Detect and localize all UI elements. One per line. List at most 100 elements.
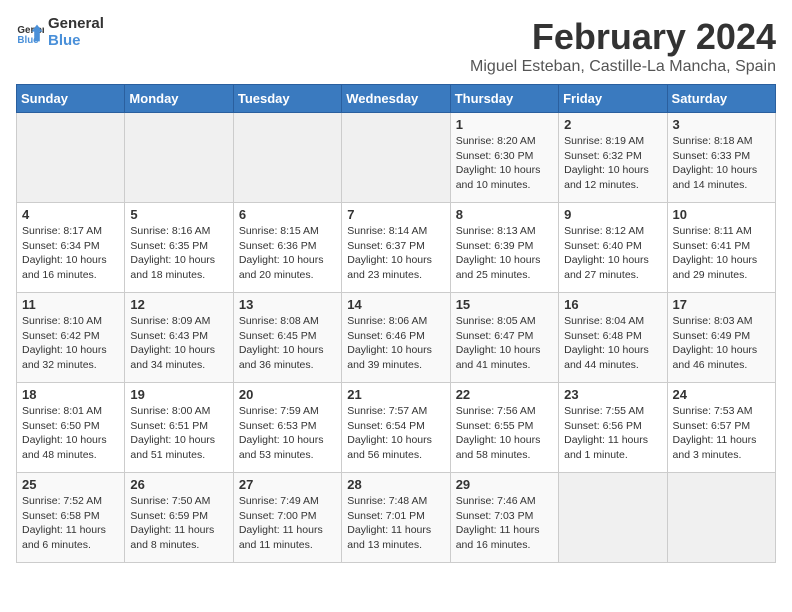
day-info: Sunrise: 8:01 AMSunset: 6:50 PMDaylight:… — [22, 404, 119, 463]
day-info: Sunrise: 7:46 AMSunset: 7:03 PMDaylight:… — [456, 494, 553, 553]
day-number: 23 — [564, 387, 661, 402]
calendar-cell: 7 Sunrise: 8:14 AMSunset: 6:37 PMDaylight… — [342, 203, 450, 293]
calendar-cell: 1 Sunrise: 8:20 AMSunset: 6:30 PMDaylight… — [450, 113, 558, 203]
calendar-cell: 26Sunrise: 7:50 AMSunset: 6:59 PMDayligh… — [125, 473, 233, 563]
calendar-week-2: 4 Sunrise: 8:17 AMSunset: 6:34 PMDaylight… — [17, 203, 776, 293]
day-info: Sunrise: 8:08 AMSunset: 6:45 PMDaylight:… — [239, 314, 336, 373]
day-number: 24 — [673, 387, 770, 402]
day-info: Sunrise: 8:14 AMSunset: 6:37 PMDaylight:… — [347, 224, 444, 283]
calendar-cell: 23 Sunrise: 7:55 AMSunset: 6:56 PMDayligh… — [559, 383, 667, 473]
calendar-cell: 4 Sunrise: 8:17 AMSunset: 6:34 PMDaylight… — [17, 203, 125, 293]
day-number: 16 — [564, 297, 661, 312]
day-info: Sunrise: 8:16 AMSunset: 6:35 PMDaylight:… — [130, 224, 227, 283]
day-number: 19 — [130, 387, 227, 402]
day-number: 10 — [673, 207, 770, 222]
calendar-cell: 18 Sunrise: 8:01 AMSunset: 6:50 PMDayligh… — [17, 383, 125, 473]
day-number: 18 — [22, 387, 119, 402]
calendar-cell: 19 Sunrise: 8:00 AMSunset: 6:51 PMDayligh… — [125, 383, 233, 473]
weekday-header-wednesday: Wednesday — [342, 85, 450, 113]
calendar-cell: 11Sunrise: 8:10 AMSunset: 6:42 PMDayligh… — [17, 293, 125, 383]
day-info: Sunrise: 8:12 AMSunset: 6:40 PMDaylight:… — [564, 224, 661, 283]
day-info: Sunrise: 8:09 AMSunset: 6:43 PMDaylight:… — [130, 314, 227, 373]
day-number: 29 — [456, 477, 553, 492]
day-number: 25 — [22, 477, 119, 492]
calendar-cell: 9 Sunrise: 8:12 AMSunset: 6:40 PMDaylight… — [559, 203, 667, 293]
day-number: 22 — [456, 387, 553, 402]
day-info: Sunrise: 8:17 AMSunset: 6:34 PMDaylight:… — [22, 224, 119, 283]
day-number: 11 — [22, 297, 119, 312]
calendar-cell — [342, 113, 450, 203]
calendar-cell: 16 Sunrise: 8:04 AMSunset: 6:48 PMDayligh… — [559, 293, 667, 383]
page-title: February 2024 — [470, 16, 776, 58]
day-info: Sunrise: 7:56 AMSunset: 6:55 PMDaylight:… — [456, 404, 553, 463]
day-info: Sunrise: 8:13 AMSunset: 6:39 PMDaylight:… — [456, 224, 553, 283]
calendar-cell: 17Sunrise: 8:03 AMSunset: 6:49 PMDayligh… — [667, 293, 775, 383]
day-info: Sunrise: 8:00 AMSunset: 6:51 PMDaylight:… — [130, 404, 227, 463]
day-number: 8 — [456, 207, 553, 222]
day-number: 9 — [564, 207, 661, 222]
day-info: Sunrise: 8:04 AMSunset: 6:48 PMDaylight:… — [564, 314, 661, 373]
day-number: 3 — [673, 117, 770, 132]
calendar-cell: 29 Sunrise: 7:46 AMSunset: 7:03 PMDayligh… — [450, 473, 558, 563]
weekday-header-saturday: Saturday — [667, 85, 775, 113]
logo-general: General — [48, 16, 104, 33]
day-number: 5 — [130, 207, 227, 222]
day-number: 2 — [564, 117, 661, 132]
weekday-header-thursday: Thursday — [450, 85, 558, 113]
day-number: 7 — [347, 207, 444, 222]
calendar-cell: 5 Sunrise: 8:16 AMSunset: 6:35 PMDaylight… — [125, 203, 233, 293]
day-number: 13 — [239, 297, 336, 312]
weekday-header-tuesday: Tuesday — [233, 85, 341, 113]
logo: General Blue General Blue — [16, 16, 104, 49]
day-number: 14 — [347, 297, 444, 312]
day-info: Sunrise: 7:59 AMSunset: 6:53 PMDaylight:… — [239, 404, 336, 463]
calendar-table: SundayMondayTuesdayWednesdayThursdayFrid… — [16, 84, 776, 563]
calendar-cell: 14 Sunrise: 8:06 AMSunset: 6:46 PMDayligh… — [342, 293, 450, 383]
calendar-cell: 27 Sunrise: 7:49 AMSunset: 7:00 PMDayligh… — [233, 473, 341, 563]
calendar-cell: 2Sunrise: 8:19 AMSunset: 6:32 PMDaylight… — [559, 113, 667, 203]
calendar-week-5: 25 Sunrise: 7:52 AMSunset: 6:58 PMDayligh… — [17, 473, 776, 563]
calendar-cell: 28 Sunrise: 7:48 AMSunset: 7:01 PMDayligh… — [342, 473, 450, 563]
day-number: 26 — [130, 477, 227, 492]
calendar-cell — [17, 113, 125, 203]
calendar-week-4: 18 Sunrise: 8:01 AMSunset: 6:50 PMDayligh… — [17, 383, 776, 473]
calendar-cell — [233, 113, 341, 203]
calendar-cell — [559, 473, 667, 563]
day-info: Sunrise: 8:05 AMSunset: 6:47 PMDaylight:… — [456, 314, 553, 373]
calendar-cell: 8 Sunrise: 8:13 AMSunset: 6:39 PMDaylight… — [450, 203, 558, 293]
day-number: 12 — [130, 297, 227, 312]
day-info: Sunrise: 7:48 AMSunset: 7:01 PMDaylight:… — [347, 494, 444, 553]
day-number: 1 — [456, 117, 553, 132]
day-info: Sunrise: 7:55 AMSunset: 6:56 PMDaylight:… — [564, 404, 661, 463]
day-info: Sunrise: 7:52 AMSunset: 6:58 PMDaylight:… — [22, 494, 119, 553]
calendar-cell: 25 Sunrise: 7:52 AMSunset: 6:58 PMDayligh… — [17, 473, 125, 563]
calendar-cell: 6Sunrise: 8:15 AMSunset: 6:36 PMDaylight… — [233, 203, 341, 293]
calendar-week-1: 1 Sunrise: 8:20 AMSunset: 6:30 PMDaylight… — [17, 113, 776, 203]
day-number: 27 — [239, 477, 336, 492]
calendar-cell: 21Sunrise: 7:57 AMSunset: 6:54 PMDayligh… — [342, 383, 450, 473]
calendar-cell: 10Sunrise: 8:11 AMSunset: 6:41 PMDayligh… — [667, 203, 775, 293]
calendar-cell: 12 Sunrise: 8:09 AMSunset: 6:43 PMDayligh… — [125, 293, 233, 383]
title-area: February 2024 Miguel Esteban, Castille-L… — [470, 16, 776, 76]
day-info: Sunrise: 8:06 AMSunset: 6:46 PMDaylight:… — [347, 314, 444, 373]
day-number: 20 — [239, 387, 336, 402]
day-number: 4 — [22, 207, 119, 222]
calendar-cell — [667, 473, 775, 563]
weekday-header-row: SundayMondayTuesdayWednesdayThursdayFrid… — [17, 85, 776, 113]
day-info: Sunrise: 8:18 AMSunset: 6:33 PMDaylight:… — [673, 134, 770, 193]
calendar-week-3: 11Sunrise: 8:10 AMSunset: 6:42 PMDayligh… — [17, 293, 776, 383]
weekday-header-sunday: Sunday — [17, 85, 125, 113]
day-info: Sunrise: 8:20 AMSunset: 6:30 PMDaylight:… — [456, 134, 553, 193]
calendar-header: SundayMondayTuesdayWednesdayThursdayFrid… — [17, 85, 776, 113]
day-number: 28 — [347, 477, 444, 492]
calendar-cell: 20 Sunrise: 7:59 AMSunset: 6:53 PMDayligh… — [233, 383, 341, 473]
calendar-cell: 3 Sunrise: 8:18 AMSunset: 6:33 PMDaylight… — [667, 113, 775, 203]
calendar-cell: 24Sunrise: 7:53 AMSunset: 6:57 PMDayligh… — [667, 383, 775, 473]
logo-blue: Blue — [48, 33, 104, 50]
day-info: Sunrise: 8:03 AMSunset: 6:49 PMDaylight:… — [673, 314, 770, 373]
day-info: Sunrise: 7:49 AMSunset: 7:00 PMDaylight:… — [239, 494, 336, 553]
day-info: Sunrise: 7:57 AMSunset: 6:54 PMDaylight:… — [347, 404, 444, 463]
page-subtitle: Miguel Esteban, Castille-La Mancha, Spai… — [470, 58, 776, 76]
calendar-body: 1 Sunrise: 8:20 AMSunset: 6:30 PMDaylight… — [17, 113, 776, 563]
calendar-cell: 13 Sunrise: 8:08 AMSunset: 6:45 PMDayligh… — [233, 293, 341, 383]
